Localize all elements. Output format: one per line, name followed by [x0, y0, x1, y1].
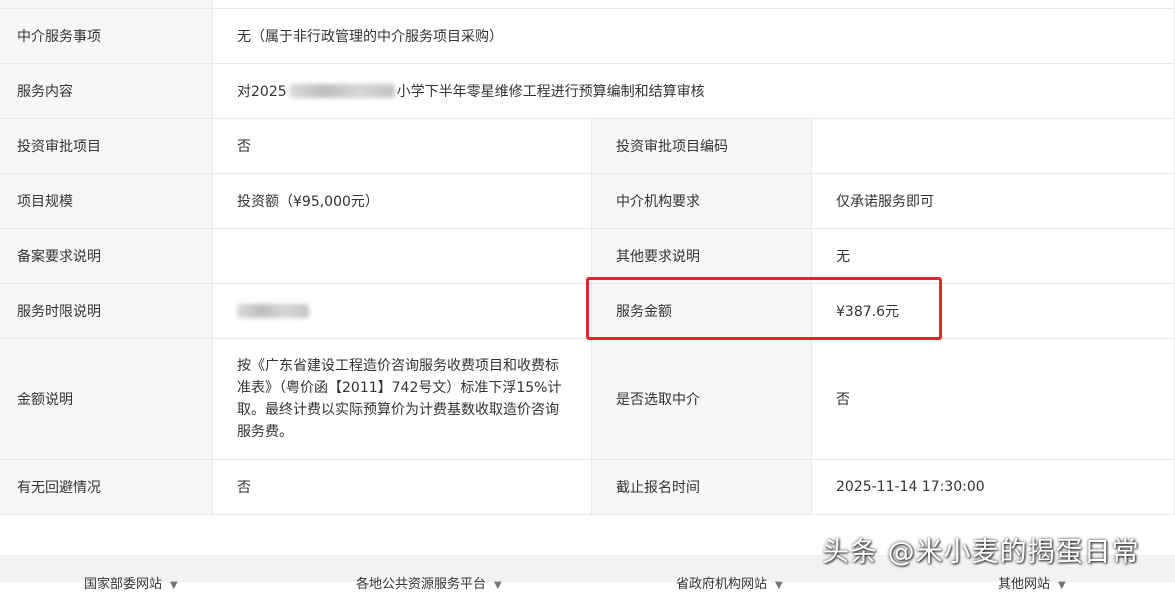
row-label-service-content: 服务内容 — [0, 64, 213, 119]
row-label-project-scale: 项目规模 — [0, 174, 213, 229]
top-partial-label — [0, 0, 213, 9]
row-value-deadline: 2025-11-14 17:30:00 — [812, 460, 1175, 515]
row-value-amount-description: 按《广东省建设工程造价咨询服务收费项目和收费标 准表》（粤价函【2011】742… — [213, 339, 592, 460]
amount-description-line: 按《广东省建设工程造价咨询服务收费项目和收费标 — [237, 358, 559, 374]
redacted-text — [237, 304, 309, 318]
amount-description-line: 准表》（粤价函【2011】742号文）标准下浮15%计 — [237, 380, 562, 396]
row-value-service-duration — [213, 284, 592, 339]
footer-link-public-resources[interactable]: 各地公共资源服务平台 ▼ — [356, 573, 502, 592]
row-value-agency-requirement: 仅承诺服务即可 — [812, 174, 1175, 229]
row-value-filing-requirement — [213, 229, 592, 284]
amount-description-line: 服务费。 — [237, 424, 293, 440]
footer-link-ministries[interactable]: 国家部委网站 ▼ — [84, 573, 178, 592]
row-label-service-item: 中介服务事项 — [0, 9, 213, 64]
footer-link-provincial[interactable]: 省政府机构网站 ▼ — [676, 573, 783, 592]
row-value-other-requirement: 无 — [812, 229, 1175, 284]
row-label-service-amount: 服务金额 — [592, 284, 812, 339]
row-value-approval-code — [812, 119, 1175, 174]
service-content-prefix: 对2025 — [237, 84, 287, 100]
row-value-service-content: 对2025 小学下半年零星维修工程进行预算编制和结算审核 — [213, 64, 1175, 119]
row-label-service-duration: 服务时限说明 — [0, 284, 213, 339]
row-label-deadline: 截止报名时间 — [592, 460, 812, 515]
service-content-suffix: 小学下半年零星维修工程进行预算编制和结算审核 — [396, 84, 705, 100]
amount-description-line: 取。最终计费以实际预算价为计费基数收取造价咨询 — [237, 402, 559, 418]
row-value-service-item: 无（属于非行政管理的中介服务项目采购） — [213, 9, 1175, 64]
row-value-service-amount: ¥387.6元 — [812, 284, 1175, 339]
watermark: 头条 @米小麦的揭蛋日常 — [822, 537, 1140, 568]
row-label-amount-description: 金额说明 — [0, 339, 213, 460]
row-label-avoidance: 有无回避情况 — [0, 460, 213, 515]
row-label-agency-requirement: 中介机构要求 — [592, 174, 812, 229]
row-label-approval-code: 投资审批项目编码 — [592, 119, 812, 174]
redacted-text — [288, 84, 395, 98]
row-label-other-requirement: 其他要求说明 — [592, 229, 812, 284]
row-label-select-agency: 是否选取中介 — [592, 339, 812, 460]
row-value-avoidance: 否 — [213, 460, 592, 515]
row-value-select-agency: 否 — [812, 339, 1175, 460]
footer-link-other[interactable]: 其他网站 ▼ — [998, 573, 1066, 592]
row-value-investment-approval: 否 — [213, 119, 592, 174]
row-label-filing-requirement: 备案要求说明 — [0, 229, 213, 284]
row-label-investment-approval: 投资审批项目 — [0, 119, 213, 174]
row-value-project-scale: 投资额（¥95,000元） — [213, 174, 592, 229]
top-partial-value — [213, 0, 1175, 9]
